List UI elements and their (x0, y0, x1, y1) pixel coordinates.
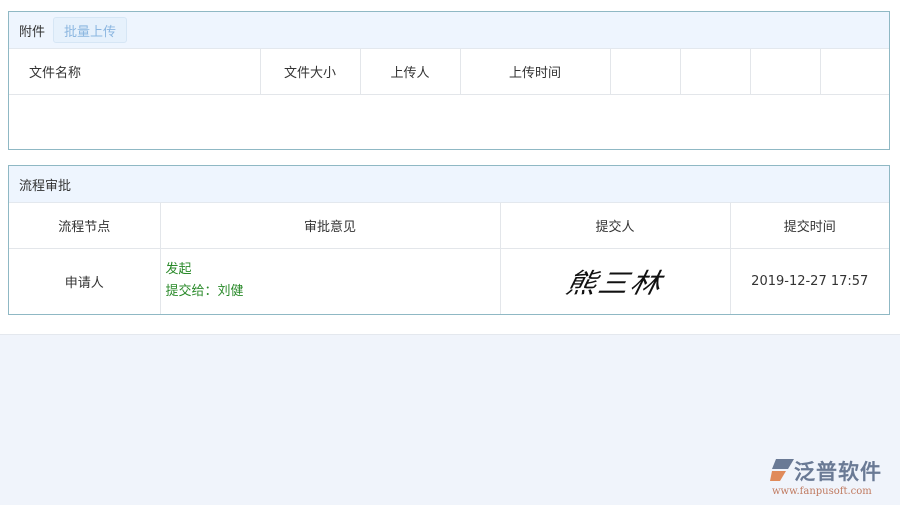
submitter-cell: 熊三林 (500, 248, 731, 314)
col-empty (610, 49, 681, 95)
submitter-signature: 熊三林 (562, 268, 666, 301)
col-file-name: 文件名称 (9, 49, 261, 95)
attachments-panel: 附件 批量上传 文件名称 文件大小 上传人 上传时间 (8, 11, 890, 150)
col-uploader: 上传人 (360, 49, 461, 95)
approval-panel: 流程审批 流程节点 审批意见 提交人 提交时间 申请人 发起 提交给：刘健 熊三… (8, 165, 890, 315)
approval-table: 流程节点 审批意见 提交人 提交时间 申请人 发起 提交给：刘健 熊三林 201… (9, 203, 889, 314)
col-empty (820, 49, 889, 95)
node-cell: 申请人 (9, 248, 161, 314)
table-row: 申请人 发起 提交给：刘健 熊三林 2019-12-27 17:57 (9, 248, 889, 314)
logo-icon (770, 459, 794, 481)
fanpu-logo: 泛普软件 www.fanpusoft.com (768, 456, 892, 497)
opinion-cell: 发起 提交给：刘健 (160, 248, 501, 314)
attachments-header: 附件 批量上传 (9, 12, 889, 49)
approval-header: 流程审批 (9, 166, 889, 203)
col-empty (680, 49, 751, 95)
col-file-size: 文件大小 (260, 49, 361, 95)
logo-name: 泛普软件 (794, 460, 882, 484)
opinion-line: 发起 (165, 262, 192, 278)
logo-url: www.fanpusoft.com (772, 486, 872, 497)
col-submit-time: 提交时间 (730, 203, 889, 249)
batch-upload-button[interactable]: 批量上传 (53, 17, 128, 43)
col-submitter: 提交人 (500, 203, 731, 249)
opinion-line: 提交给：刘健 (165, 284, 244, 300)
col-opinion: 审批意见 (160, 203, 501, 249)
submit-time-cell: 2019-12-27 17:57 (751, 273, 869, 289)
attachments-table: 文件名称 文件大小 上传人 上传时间 (9, 49, 889, 95)
approval-title: 流程审批 (19, 178, 72, 194)
col-upload-time: 上传时间 (460, 49, 611, 95)
col-node: 流程节点 (9, 203, 161, 249)
attachments-title: 附件 (19, 24, 46, 40)
col-empty (750, 49, 821, 95)
